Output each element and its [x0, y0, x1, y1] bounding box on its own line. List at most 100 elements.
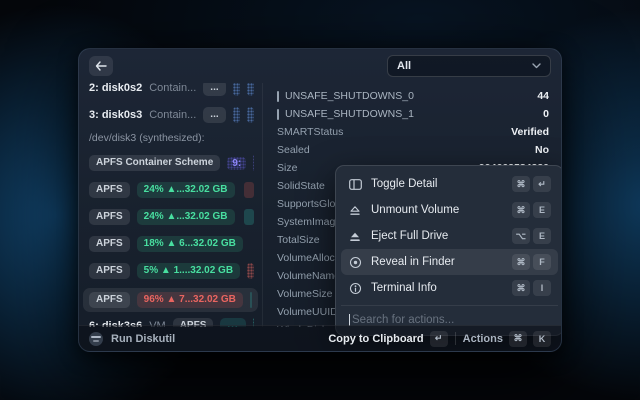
- copy-to-clipboard-button[interactable]: Copy to Clipboard ↵: [328, 331, 447, 347]
- menu-item-label: Eject Full Drive: [371, 230, 448, 242]
- detail-label: SMARTStatus: [277, 126, 343, 138]
- command-label: Run Diskutil: [111, 333, 175, 345]
- key-f: F: [533, 254, 551, 270]
- pattern-badge: [253, 155, 254, 171]
- disk-list-sidebar: 2: disk0s2 Contain... ... 3: disk0s3 Con…: [79, 83, 263, 327]
- fs-type-badge: APFS: [89, 236, 130, 253]
- key-k: K: [533, 331, 551, 347]
- detail-value: 0: [543, 108, 549, 120]
- menu-item-eject-full-drive[interactable]: Eject Full Drive ⌥ E: [341, 223, 558, 249]
- info-icon: [348, 281, 362, 295]
- menu-item-terminal-info[interactable]: Terminal Info ⌘ I: [341, 275, 558, 301]
- diskutil-app-icon: [89, 332, 103, 346]
- key-cmd: ⌘: [509, 331, 527, 347]
- primary-action-label: Copy to Clipboard: [328, 333, 423, 345]
- detail-label: SolidState: [277, 180, 325, 192]
- detail-label: VolumeName: [277, 270, 340, 282]
- fs-type-badge: APFS: [89, 263, 130, 280]
- detail-label: Size: [277, 162, 297, 174]
- fs-type-badge: APFS: [89, 209, 130, 226]
- actions-button-label: Actions: [463, 333, 503, 345]
- detail-label: UNSAFE_SHUTDOWNS_0: [285, 90, 414, 102]
- usage-badge-critical: 96% ▲ 7...32.02 GB: [137, 292, 243, 309]
- mini-badge: [250, 292, 252, 308]
- detail-label: SystemImage: [277, 216, 341, 228]
- usage-badge: 18% ▲ 6...32.02 GB: [137, 236, 243, 253]
- scheme-badge: APFS Container Scheme: [89, 155, 220, 172]
- pattern-badge: [233, 107, 240, 123]
- key-i: I: [533, 280, 551, 296]
- section-header-dev-disk3: /dev/disk3 (synthesized):: [89, 132, 254, 144]
- desktop-background: { "colors": { "green": "#48dfa0", "red":…: [0, 0, 640, 400]
- footer-divider: [455, 332, 456, 345]
- count-tag: 9:: [227, 157, 246, 170]
- eject-icon: [348, 229, 362, 243]
- disk-title: 3: disk0s3: [89, 109, 142, 121]
- window-footer: Run Diskutil Copy to Clipboard ↵ Actions…: [79, 325, 561, 351]
- detail-row: UNSAFE_SHUTDOWNS_1 0: [277, 105, 549, 123]
- pattern-badge: [247, 107, 254, 123]
- key-cmd: ⌘: [512, 280, 530, 296]
- list-item-apfs-volume-3[interactable]: APFS 18% ▲ 6...32.02 GB: [89, 234, 254, 254]
- filter-dropdown-value: All: [397, 60, 411, 72]
- fs-type-badge: APFS: [89, 292, 130, 309]
- list-item-apfs-volume-selected[interactable]: APFS 96% ▲ 7...32.02 GB: [83, 288, 258, 312]
- list-item-apfs-volume-4[interactable]: APFS 5% ▲ 1....32.02 GB: [89, 261, 254, 281]
- key-e: E: [533, 228, 551, 244]
- usage-badge: 24% ▲...32.02 GB: [137, 209, 235, 226]
- detail-label: Sealed: [277, 144, 310, 156]
- disk-subtitle: Contain...: [149, 109, 196, 121]
- list-item-disk0s2[interactable]: 2: disk0s2 Contain... ...: [89, 83, 254, 98]
- key-option: ⌥: [512, 228, 530, 244]
- key-cmd: ⌘: [512, 254, 530, 270]
- back-arrow-icon: [95, 61, 107, 71]
- menu-item-reveal-in-finder[interactable]: Reveal in Finder ⌘ F: [341, 249, 558, 275]
- key-return: ↵: [533, 176, 551, 192]
- raycast-window: All 2: disk0s2 Contain... ... 3: disk0s3…: [78, 48, 562, 352]
- disk-subtitle: Contain...: [149, 83, 196, 94]
- detail-row: Sealed No: [277, 141, 549, 159]
- detail-label: VolumeSize: [277, 288, 332, 300]
- key-cmd: ⌘: [512, 202, 530, 218]
- menu-item-label: Reveal in Finder: [371, 256, 455, 268]
- detail-value: No: [535, 144, 549, 156]
- detail-label: TotalSize: [277, 234, 320, 246]
- key-cmd: ⌘: [512, 176, 530, 192]
- pattern-badge: [233, 83, 240, 96]
- disk-title: 2: disk0s2: [89, 83, 142, 94]
- list-item-apfs-container-scheme[interactable]: APFS Container Scheme 9:: [89, 153, 254, 173]
- truncated-badge: ...: [203, 83, 225, 96]
- list-item-apfs-volume-1[interactable]: APFS 24% ▲...32.02 GB: [89, 180, 254, 200]
- window-header: All: [79, 49, 561, 83]
- pattern-badge: [247, 83, 254, 96]
- detail-label: UNSAFE_SHUTDOWNS_1: [285, 108, 414, 120]
- list-item-disk0s3[interactable]: 3: disk0s3 Contain... ...: [89, 105, 254, 125]
- menu-item-toggle-detail[interactable]: Toggle Detail ⌘ ↵: [341, 171, 558, 197]
- list-item-apfs-volume-2[interactable]: APFS 24% ▲...32.02 GB: [89, 207, 254, 227]
- usage-badge: 24% ▲...32.02 GB: [137, 182, 235, 199]
- menu-item-label: Unmount Volume: [371, 204, 459, 216]
- truncated-badge: ...: [203, 107, 225, 124]
- actions-button[interactable]: Actions ⌘ K: [463, 331, 551, 347]
- menu-item-label: Terminal Info: [371, 282, 437, 294]
- filter-dropdown[interactable]: All: [387, 55, 551, 77]
- detail-value: Verified: [511, 126, 549, 138]
- menu-item-label: Toggle Detail: [371, 178, 437, 190]
- back-button[interactable]: [89, 56, 113, 76]
- sidebar-panel-icon: [348, 177, 362, 191]
- detail-row: SMARTStatus Verified: [277, 123, 549, 141]
- pattern-badge: [247, 263, 254, 279]
- marker-bar: [277, 109, 279, 120]
- key-return: ↵: [430, 331, 448, 347]
- usage-badge: 5% ▲ 1....32.02 GB: [137, 263, 240, 280]
- menu-item-unmount-volume[interactable]: Unmount Volume ⌘ E: [341, 197, 558, 223]
- key-e: E: [533, 202, 551, 218]
- detail-row: UNSAFE_SHUTDOWNS_0 44: [277, 87, 549, 105]
- mini-badge: [244, 209, 254, 225]
- fs-type-badge: APFS: [89, 182, 130, 199]
- mini-badge: [244, 182, 254, 198]
- eye-icon: [348, 255, 362, 269]
- detail-value: 44: [537, 90, 549, 102]
- marker-bar: [277, 91, 279, 102]
- eject-icon: [348, 203, 362, 217]
